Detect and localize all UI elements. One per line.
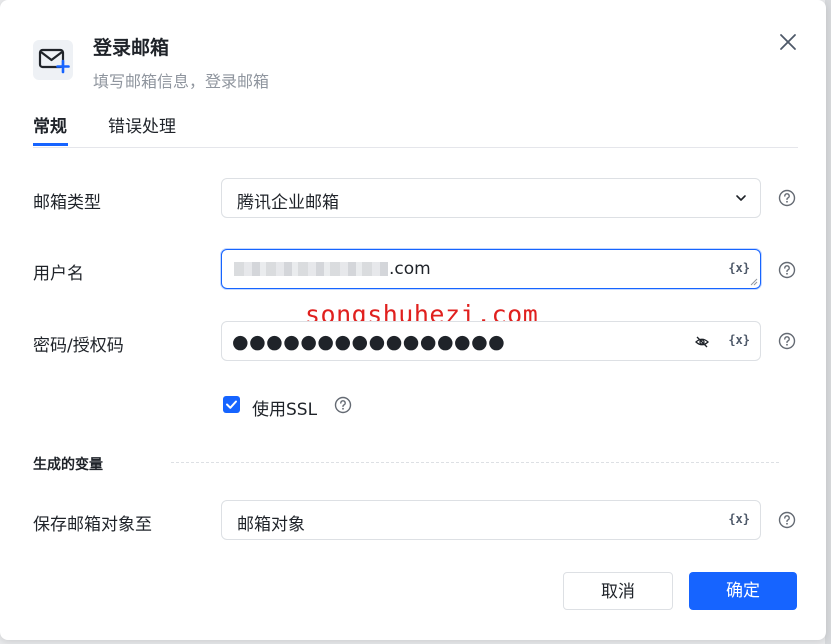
use-ssl-checkbox[interactable]	[223, 396, 240, 413]
eye-off-icon[interactable]	[694, 334, 710, 350]
password-input[interactable]: ●●●●●●●●●●●●●●●● {x}	[221, 321, 761, 361]
mail-plus-icon	[33, 40, 73, 80]
chevron-down-icon[interactable]	[734, 191, 748, 205]
generated-variables-heading: 生成的变量	[33, 457, 103, 473]
help-icon[interactable]	[334, 396, 352, 414]
help-icon[interactable]	[778, 511, 796, 529]
save-mailbox-object-label: 保存邮箱对象至	[33, 515, 152, 535]
variable-insert-icon[interactable]: {x}	[728, 261, 750, 275]
section-divider	[171, 462, 779, 463]
tab-general-label: 常规	[33, 117, 67, 137]
close-icon[interactable]	[776, 30, 800, 54]
save-mailbox-object-input[interactable]: 邮箱对象 {x}	[221, 500, 761, 540]
mailbox-type-label: 邮箱类型	[33, 193, 101, 213]
mailbox-type-value: 腾讯企业邮箱	[237, 193, 339, 213]
help-icon[interactable]	[778, 189, 796, 207]
dialog-subtitle: 填写邮箱信息，登录邮箱	[93, 72, 270, 91]
login-mailbox-dialog: 登录邮箱 填写邮箱信息，登录邮箱 常规 错误处理 邮箱类型 腾讯企业邮箱 用户名…	[0, 0, 826, 640]
variable-insert-icon[interactable]: {x}	[728, 333, 750, 347]
password-label: 密码/授权码	[33, 336, 124, 356]
redacted-username	[234, 262, 388, 276]
mailbox-type-select[interactable]: 腾讯企业邮箱	[221, 178, 761, 218]
save-mailbox-object-value: 邮箱对象	[237, 515, 305, 535]
username-label: 用户名	[33, 264, 84, 284]
username-input[interactable]: .com {x}	[221, 249, 761, 289]
active-tab-indicator	[33, 143, 68, 146]
confirm-button[interactable]: 确定	[689, 572, 797, 610]
resize-grip-icon[interactable]	[750, 278, 758, 286]
dialog-title: 登录邮箱	[93, 37, 170, 59]
use-ssl-label: 使用SSL	[252, 400, 318, 420]
help-icon[interactable]	[778, 261, 796, 279]
tab-error-handling[interactable]: 错误处理	[108, 112, 176, 145]
password-value: ●●●●●●●●●●●●●●●●	[232, 331, 506, 353]
check-icon	[226, 400, 237, 409]
cancel-button[interactable]: 取消	[563, 572, 673, 610]
variable-insert-icon[interactable]: {x}	[728, 512, 750, 526]
tab-general[interactable]: 常规	[33, 112, 68, 146]
help-icon[interactable]	[778, 332, 796, 350]
tab-error-handling-label: 错误处理	[108, 117, 176, 137]
tab-bar: 常规 错误处理	[33, 112, 798, 148]
username-domain-suffix: .com	[389, 259, 431, 279]
